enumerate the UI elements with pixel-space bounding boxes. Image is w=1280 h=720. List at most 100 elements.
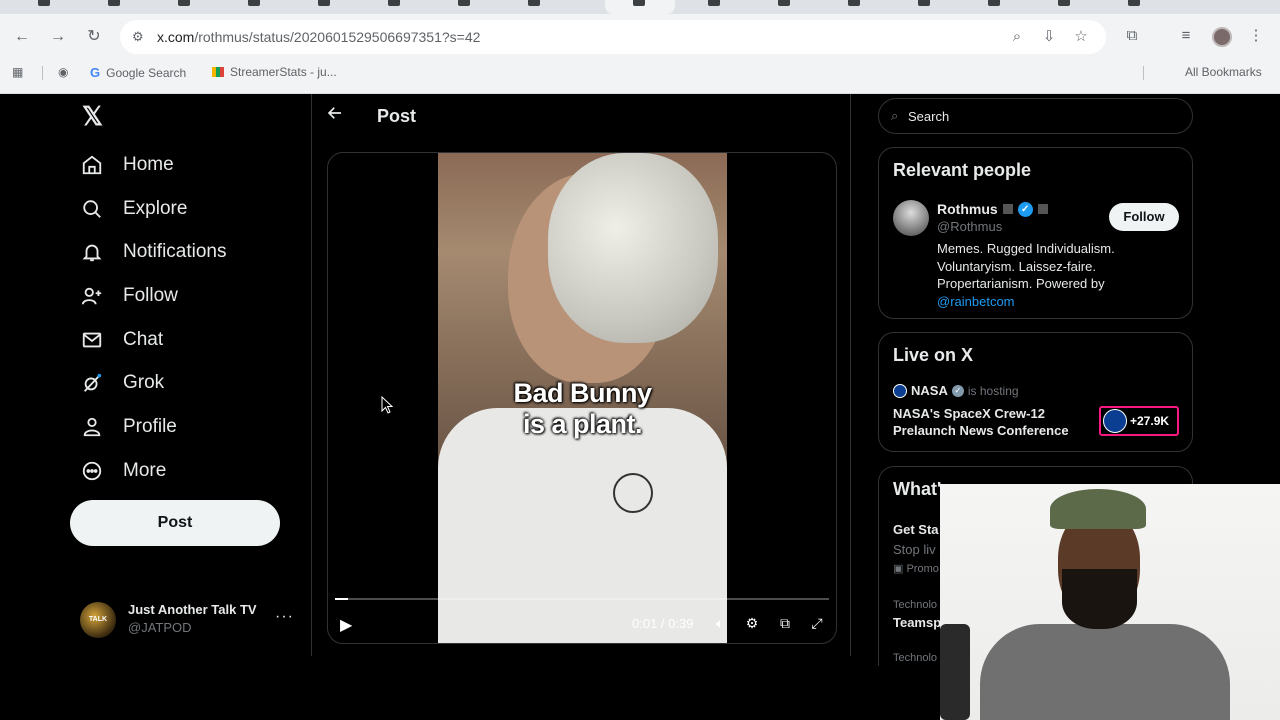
microphone: [940, 624, 970, 720]
browser-tab[interactable]: [680, 0, 748, 14]
browser-tab[interactable]: [1100, 0, 1168, 14]
nav-follow[interactable]: Follow: [80, 276, 178, 316]
play-icon[interactable]: ▶: [340, 615, 352, 635]
live-host[interactable]: NASA ✓ is hosting: [893, 383, 1019, 398]
live-event-title[interactable]: NASA's SpaceX Crew-12 Prelaunch News Con…: [893, 405, 1093, 439]
home-icon: [80, 153, 104, 177]
live-on-x-panel: Live on X NASA ✓ is hosting NASA's Space…: [878, 332, 1193, 452]
bookmark-streamerstats[interactable]: StreamerStats - ju...: [212, 65, 337, 79]
browser-tab[interactable]: [1030, 0, 1098, 14]
volume-icon[interactable]: 🔈︎: [710, 613, 730, 633]
settings-icon[interactable]: ⚙: [742, 613, 762, 633]
promoted-label: ▣ Promo: [893, 563, 939, 575]
trend-item-title[interactable]: Get Sta: [893, 522, 939, 537]
person-icon: [80, 415, 104, 439]
nav-home[interactable]: Home: [80, 145, 174, 185]
nav-notifications[interactable]: Notifications: [80, 232, 227, 272]
video-frame[interactable]: Bad Bunny is a plant.: [438, 153, 727, 643]
fullscreen-icon[interactable]: ⤢: [807, 613, 827, 633]
nav-grok[interactable]: Grok: [80, 363, 164, 403]
nav-label: More: [123, 460, 167, 481]
pip-icon[interactable]: ⧉: [775, 613, 795, 633]
reload-icon[interactable]: ↻: [82, 25, 106, 49]
host-name: NASA: [911, 383, 948, 398]
browser-tab[interactable]: [10, 0, 78, 14]
user-name-text: Rothmus: [937, 201, 998, 217]
account-more-icon[interactable]: ···: [275, 608, 294, 626]
grok-icon: [80, 371, 104, 395]
apps-icon[interactable]: ▦: [12, 65, 23, 79]
browser-tab[interactable]: [80, 0, 148, 14]
nav-more[interactable]: More: [80, 451, 166, 491]
person-plus-icon: [80, 284, 104, 308]
install-icon[interactable]: ⇩: [1039, 27, 1059, 47]
bookmarks-bar: ▦ ◉ G Google Search StreamerStats - ju...…: [0, 60, 1280, 86]
video-player[interactable]: Bad Bunny is a plant. ▶ 0:01 / 0:39 🔈︎ ⚙…: [327, 152, 837, 644]
url-host: x.com: [157, 29, 195, 45]
browser-tab-active[interactable]: [605, 0, 675, 14]
nav-label: Chat: [123, 329, 164, 350]
caption-line: is a plant.: [522, 409, 643, 439]
hosting-label: is hosting: [967, 383, 1019, 398]
browser-tab[interactable]: [220, 0, 288, 14]
menu-dots-icon[interactable]: ⋮: [1245, 25, 1267, 47]
browser-tab[interactable]: [500, 0, 568, 14]
relevant-people-panel: Relevant people Rothmus ✓ @Rothmus Follo…: [878, 147, 1193, 319]
x-logo-icon[interactable]: 𝕏: [82, 103, 106, 129]
search-input[interactable]: ⌕ Search: [878, 98, 1193, 134]
forward-icon[interactable]: →: [46, 25, 70, 49]
nav-explore[interactable]: Explore: [80, 189, 187, 229]
browser-tab[interactable]: [150, 0, 218, 14]
trend-item-title[interactable]: Teamsp: [893, 615, 941, 630]
main-column: Post Bad Bunny is a plant. ▶ 0:01 / 0:39…: [311, 94, 851, 656]
avatar[interactable]: [893, 200, 929, 236]
browser-tab[interactable]: [360, 0, 428, 14]
caption-line: Bad Bunny: [513, 378, 652, 408]
video-progress-bar[interactable]: [335, 598, 829, 600]
back-icon[interactable]: ←: [10, 25, 34, 49]
more-circle-icon: [80, 459, 104, 483]
browser-tab[interactable]: [750, 0, 818, 14]
user-name[interactable]: Rothmus ✓: [937, 201, 1048, 217]
url-text[interactable]: x.com/rothmus/status/2020601529506697351…: [157, 29, 480, 45]
bookmark-google-search[interactable]: G Google Search: [90, 65, 186, 80]
all-bookmarks[interactable]: All Bookmarks: [1185, 65, 1262, 79]
nav-label: Notifications: [123, 241, 227, 262]
user-handle[interactable]: @Rothmus: [937, 219, 1002, 234]
site-settings-icon[interactable]: ⚙: [132, 29, 148, 45]
video-subject-shirt: [438, 408, 727, 643]
account-switcher[interactable]: TALK Just Another Talk TV @JATPOD ···: [80, 594, 300, 642]
bookmark-label: Google Search: [106, 65, 187, 80]
live-listeners-badge[interactable]: +27.9K: [1099, 406, 1179, 436]
browser-tab[interactable]: [430, 0, 498, 14]
all-bookmarks-label: All Bookmarks: [1185, 65, 1262, 79]
globe-icon[interactable]: ◉: [58, 65, 68, 79]
browser-tab[interactable]: [290, 0, 358, 14]
back-arrow-icon[interactable]: [326, 104, 344, 127]
follow-button[interactable]: Follow: [1109, 203, 1179, 231]
browser-tab[interactable]: [890, 0, 958, 14]
bio-line: Propertarianism. Powered by: [937, 276, 1105, 291]
media-controls-icon[interactable]: ≡: [1175, 25, 1197, 47]
bio-link[interactable]: @rainbetcom: [937, 293, 1177, 311]
trend-category: Technolo: [893, 599, 938, 611]
url-path: /rothmus/status/2020601529506697351?s=42: [194, 29, 481, 45]
nav-label: Explore: [123, 198, 188, 219]
verified-badge-icon: ✓: [951, 384, 964, 397]
bell-icon: [80, 240, 104, 264]
bookmark-star-icon[interactable]: ☆: [1071, 27, 1091, 47]
post-button[interactable]: Post: [70, 500, 280, 546]
bio-line: Memes. Rugged Individualism.: [937, 241, 1115, 256]
tab-search-icon[interactable]: ⧉: [1121, 25, 1143, 47]
trend-category: Technolo: [893, 652, 938, 664]
profile-avatar[interactable]: [1212, 27, 1232, 47]
webcam-overlay: [940, 484, 1280, 720]
browser-tab[interactable]: [820, 0, 888, 14]
nav-profile[interactable]: Profile: [80, 407, 177, 447]
nav-chat[interactable]: Chat: [80, 320, 163, 360]
address-bar[interactable]: ⚙ x.com/rothmus/status/20206015295066973…: [120, 20, 1106, 54]
account-name: Just Another Talk TV: [128, 602, 257, 617]
browser-tab[interactable]: [960, 0, 1028, 14]
trend-item-sub: Stop liv: [893, 542, 936, 557]
zoom-icon[interactable]: ⌕: [1007, 27, 1027, 47]
